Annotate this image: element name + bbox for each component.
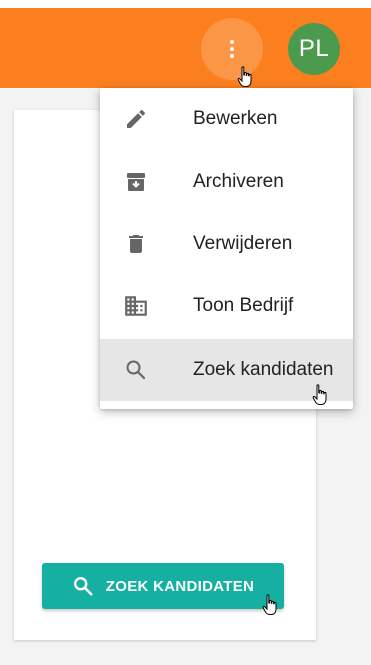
menu-item-label: Verwijderen (193, 233, 293, 254)
menu-item-label: Bewerken (193, 108, 278, 129)
search-icon (122, 356, 150, 384)
menu-item-label: Toon Bedrijf (193, 295, 294, 316)
menu-item-label: Archiveren (193, 171, 284, 192)
top-edge (0, 0, 371, 8)
search-icon (73, 577, 93, 596)
menu-item-show-company[interactable]: Toon Bedrijf (100, 275, 353, 337)
menu-item-archive[interactable]: Archiveren (100, 151, 353, 213)
pencil-icon (122, 105, 150, 133)
hand-cursor-icon (237, 66, 252, 87)
trash-icon (122, 230, 150, 258)
menu-item-label: Zoek kandidaten (193, 359, 334, 380)
hand-cursor-icon (262, 594, 277, 615)
search-candidates-button[interactable]: ZOEK KANDIDATEN (42, 563, 284, 609)
hand-cursor-icon (312, 384, 327, 405)
search-candidates-label: ZOEK KANDIDATEN (105, 577, 255, 595)
menu-item-delete[interactable]: Verwijderen (100, 213, 353, 275)
avatar-initials: PL (298, 35, 330, 62)
overflow-menu: Bewerken Archiveren Verwijderen Toon Bed… (100, 88, 353, 409)
avatar[interactable]: PL (288, 23, 340, 75)
building-icon (122, 292, 150, 320)
archive-icon (122, 168, 150, 196)
menu-item-edit[interactable]: Bewerken (100, 88, 353, 150)
more-vert-icon (229, 40, 235, 58)
